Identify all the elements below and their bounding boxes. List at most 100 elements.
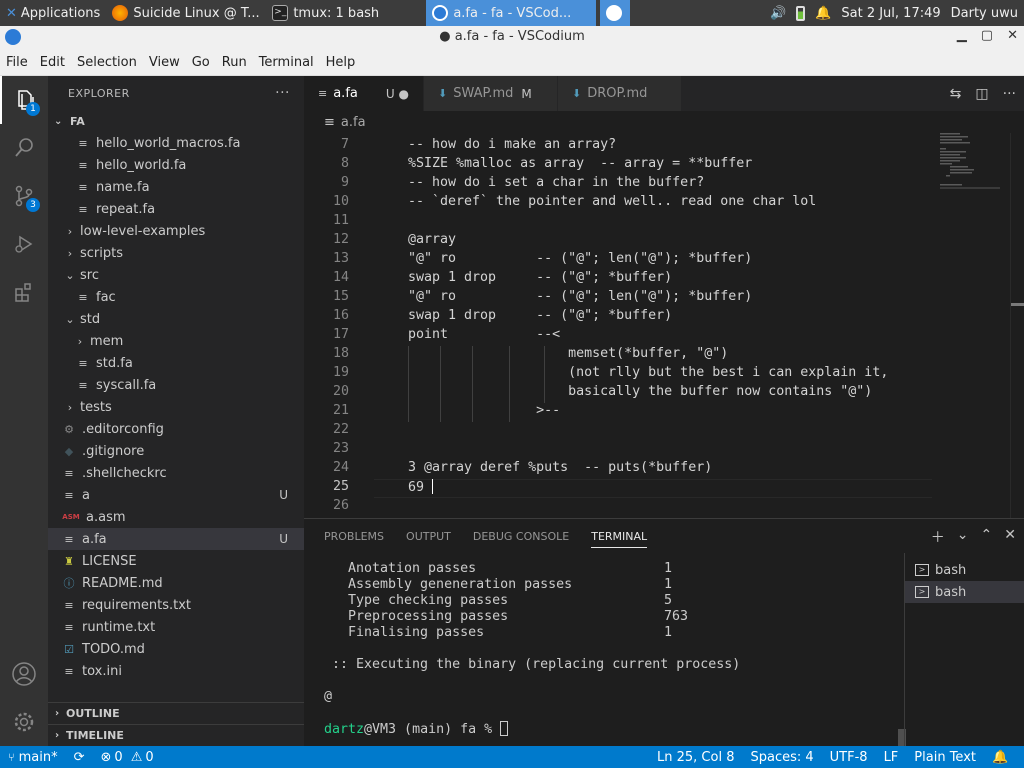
file-item[interactable]: ≡ .shellcheckrc xyxy=(48,462,304,484)
accounts-activity[interactable] xyxy=(0,650,48,698)
tab-terminal[interactable]: TERMINAL xyxy=(591,530,648,548)
run-debug-activity[interactable] xyxy=(0,220,48,268)
file-item[interactable]: ♜ LICENSE xyxy=(48,550,304,572)
tab-debug-console[interactable]: DEBUG CONSOLE xyxy=(473,530,569,543)
new-terminal-icon[interactable]: ＋ xyxy=(931,527,945,547)
file-item[interactable]: ≡ hello_world_macros.fa xyxy=(48,132,304,154)
split-editor-icon[interactable]: ◫ xyxy=(975,86,988,102)
task-terminal[interactable]: >_ tmux: 1 bash xyxy=(266,0,426,26)
menu-view[interactable]: View xyxy=(143,55,186,70)
code-line[interactable]: swap 1 drop -- ("@"; *buffer) xyxy=(408,308,672,327)
code-line[interactable]: basically the buffer now contains "@") xyxy=(408,384,872,403)
clock[interactable]: Sat 2 Jul, 17:49 xyxy=(841,6,940,21)
code-line[interactable]: (not rlly but the best i can explain it, xyxy=(408,365,888,384)
task-vscodium-2[interactable] xyxy=(600,0,631,26)
code-line[interactable]: "@" ro -- ("@"; len("@"); *buffer) xyxy=(408,251,752,270)
code-line[interactable]: 69 xyxy=(408,479,434,498)
language-mode[interactable]: Plain Text xyxy=(906,750,984,765)
code-line[interactable]: "@" ro -- ("@"; len("@"); *buffer) xyxy=(408,289,752,308)
indentation[interactable]: Spaces: 4 xyxy=(742,750,821,765)
terminal-output[interactable]: Anotation passes 1 Assembly geneneration p… xyxy=(304,553,904,747)
outline-section[interactable]: › OUTLINE xyxy=(48,702,304,724)
file-item[interactable]: ASM a.asm xyxy=(48,506,304,528)
sync-button[interactable]: ⟳ xyxy=(66,750,93,765)
search-activity[interactable] xyxy=(0,124,48,172)
task-firefox[interactable]: Suicide Linux @ T... xyxy=(106,0,266,26)
tab-swap-md[interactable]: ⬇ SWAP.md M xyxy=(424,76,558,111)
notification-bell-icon[interactable]: 🔔 xyxy=(815,6,831,21)
feedback-button[interactable]: 🔔 xyxy=(984,750,1024,765)
source-control-activity[interactable]: 3 xyxy=(0,172,48,220)
folder-item[interactable]: › mem xyxy=(48,330,304,352)
code-line[interactable]: -- how do i make an array? xyxy=(408,137,616,156)
maximize-panel-icon[interactable]: ⌃ xyxy=(981,527,993,547)
minimap[interactable] xyxy=(932,133,1010,518)
workspace-root[interactable]: ⌄ FA xyxy=(48,110,304,132)
end-of-line[interactable]: LF xyxy=(876,750,907,765)
encoding[interactable]: UTF-8 xyxy=(822,750,876,765)
code-line[interactable]: memset(*buffer, "@") xyxy=(408,346,728,365)
file-item[interactable]: ≡ std.fa xyxy=(48,352,304,374)
code-line[interactable]: 3 @array deref %puts -- puts(*buffer) xyxy=(408,460,712,479)
folder-item[interactable]: ⌄ std xyxy=(48,308,304,330)
close-icon[interactable]: ✕ xyxy=(1007,28,1018,43)
explorer-activity[interactable]: 1 xyxy=(0,76,48,124)
chevron-down-icon[interactable]: ⌄ xyxy=(957,527,969,547)
file-item[interactable]: ≡ a U xyxy=(48,484,304,506)
file-item[interactable]: ⓘ README.md xyxy=(48,572,304,594)
tab-output[interactable]: OUTPUT xyxy=(406,530,451,543)
tab-drop-md[interactable]: ⬇ DROP.md xyxy=(558,76,682,111)
maximize-icon[interactable]: ▢ xyxy=(981,28,993,43)
tab-a-fa[interactable]: ≡ a.fa U ● xyxy=(304,76,424,111)
more-actions-button[interactable]: ··· xyxy=(275,85,290,101)
compare-changes-icon[interactable]: ⇆ xyxy=(950,86,962,102)
code-line[interactable]: point --< xyxy=(408,327,560,346)
battery-icon[interactable] xyxy=(796,5,806,21)
file-item[interactable]: ≡ hello_world.fa xyxy=(48,154,304,176)
menu-selection[interactable]: Selection xyxy=(71,55,143,70)
menu-run[interactable]: Run xyxy=(216,55,253,70)
file-item[interactable]: ≡ tox.ini xyxy=(48,660,304,682)
file-item[interactable]: ⚙ .editorconfig xyxy=(48,418,304,440)
folder-item[interactable]: › low-level-examples xyxy=(48,220,304,242)
file-item[interactable]: ☑ TODO.md xyxy=(48,638,304,660)
terminal-prompt[interactable]: dartz@VM3 (main) fa % xyxy=(324,721,509,737)
file-item[interactable]: ◆ .gitignore xyxy=(48,440,304,462)
menu-edit[interactable]: Edit xyxy=(34,55,71,70)
branch-indicator[interactable]: ⑂ main* xyxy=(0,750,66,765)
file-item[interactable]: ≡ fac xyxy=(48,286,304,308)
minimize-icon[interactable]: ▁ xyxy=(957,28,967,43)
problems-indicator[interactable]: ⊗ 0 ⚠ 0 xyxy=(93,750,162,765)
applications-menu[interactable]: ✕ Applications xyxy=(0,0,106,26)
file-item[interactable]: ≡ a.fa U xyxy=(48,528,304,550)
folder-item[interactable]: › scripts xyxy=(48,242,304,264)
manage-activity[interactable] xyxy=(0,698,48,746)
menu-terminal[interactable]: Terminal xyxy=(253,55,320,70)
close-panel-icon[interactable]: ✕ xyxy=(1004,527,1016,547)
code-line[interactable]: >-- xyxy=(408,403,560,422)
editor-scrollbar[interactable] xyxy=(1010,133,1024,518)
user-menu[interactable]: Darty uwu xyxy=(951,6,1018,21)
terminal-instance[interactable]: > bash xyxy=(905,559,1024,581)
cursor-position[interactable]: Ln 25, Col 8 xyxy=(649,750,742,765)
breadcrumb-file[interactable]: a.fa xyxy=(341,115,366,130)
menu-help[interactable]: Help xyxy=(320,55,362,70)
code-line[interactable]: -- `deref` the pointer and well.. read o… xyxy=(408,194,816,213)
timeline-section[interactable]: › TIMELINE xyxy=(48,724,304,746)
code-line[interactable]: @array xyxy=(408,232,456,251)
tab-problems[interactable]: PROBLEMS xyxy=(324,530,384,543)
menu-file[interactable]: File xyxy=(0,55,34,70)
folder-item[interactable]: › tests xyxy=(48,396,304,418)
menu-go[interactable]: Go xyxy=(186,55,216,70)
file-item[interactable]: ≡ repeat.fa xyxy=(48,198,304,220)
extensions-activity[interactable] xyxy=(0,268,48,316)
file-item[interactable]: ≡ syscall.fa xyxy=(48,374,304,396)
code-line[interactable]: -- how do i set a char in the buffer? xyxy=(408,175,704,194)
code-editor[interactable]: 7 -- how do i make an array? 8 %SIZE %mallo… xyxy=(304,133,932,518)
task-vscodium[interactable]: a.fa - fa - VSCod... xyxy=(426,0,597,26)
folder-item[interactable]: ⌄ src xyxy=(48,264,304,286)
volume-icon[interactable]: 🔊 xyxy=(770,6,786,21)
code-line[interactable]: swap 1 drop -- ("@"; *buffer) xyxy=(408,270,672,289)
file-item[interactable]: ≡ runtime.txt xyxy=(48,616,304,638)
more-actions-icon[interactable]: ··· xyxy=(1003,86,1016,102)
